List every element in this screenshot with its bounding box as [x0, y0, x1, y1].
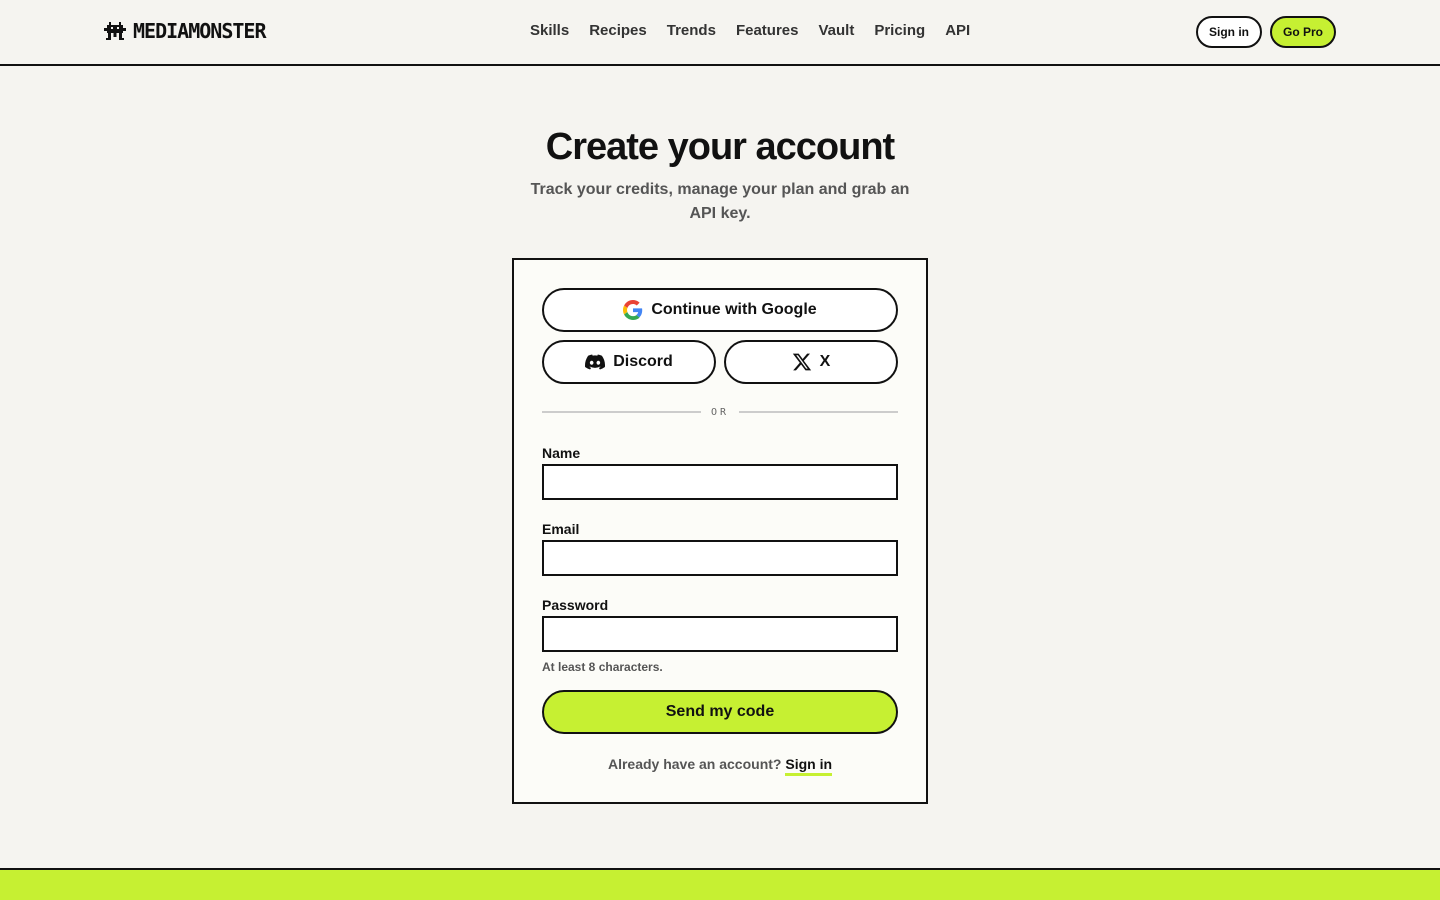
password-hint: At least 8 characters.	[542, 660, 663, 674]
signup-card: Continue with Google Discord X OR Name E…	[512, 258, 928, 804]
discord-signin-button[interactable]: Discord	[542, 340, 716, 384]
page-title: Create your account	[545, 126, 895, 168]
x-button-label: X	[819, 353, 831, 370]
nav-skills[interactable]: Skills	[530, 22, 569, 39]
logo[interactable]: MEDIAMONSTER	[103, 18, 266, 44]
x-signin-button[interactable]: X	[724, 340, 898, 384]
password-input[interactable]	[542, 616, 898, 652]
email-input[interactable]	[542, 540, 898, 576]
main-nav: Skills Recipes Trends Features Vault Pri…	[530, 22, 970, 39]
nav-api[interactable]: API	[945, 22, 970, 39]
signin-prompt: Already have an account? Sign in	[514, 756, 926, 776]
send-code-button[interactable]: Send my code	[542, 690, 898, 734]
name-input[interactable]	[542, 464, 898, 500]
password-label: Password	[542, 597, 609, 613]
footer-band	[0, 868, 1440, 900]
nav-pricing[interactable]: Pricing	[874, 22, 925, 39]
nav-trends[interactable]: Trends	[667, 22, 716, 39]
x-logo-icon	[792, 353, 811, 371]
already-account-text: Already have an account?	[607, 756, 782, 772]
email-label: Email	[542, 521, 580, 537]
divider-text: OR	[710, 406, 730, 418]
header-signin-button[interactable]: Sign in	[1196, 16, 1262, 48]
go-pro-button[interactable]: Go Pro	[1270, 16, 1336, 48]
site-header: MEDIAMONSTER Skills Recipes Trends Featu…	[0, 0, 1440, 66]
google-icon	[623, 300, 643, 320]
logo-text: MEDIAMONSTER	[133, 19, 266, 43]
google-button-label: Continue with Google	[651, 301, 817, 318]
monster-icon	[104, 22, 126, 40]
nav-vault[interactable]: Vault	[818, 22, 854, 39]
page-subtitle: Track your credits, manage your plan and…	[530, 181, 910, 222]
nav-recipes[interactable]: Recipes	[589, 22, 647, 39]
discord-button-label: Discord	[613, 353, 673, 370]
discord-icon	[585, 354, 606, 370]
divider-line-right	[739, 411, 899, 413]
google-signin-button[interactable]: Continue with Google	[542, 288, 898, 332]
nav-features[interactable]: Features	[736, 22, 799, 39]
divider-line-left	[542, 411, 701, 413]
name-label: Name	[542, 445, 581, 461]
or-divider: OR	[542, 405, 899, 419]
signin-link[interactable]: Sign in	[785, 756, 833, 776]
